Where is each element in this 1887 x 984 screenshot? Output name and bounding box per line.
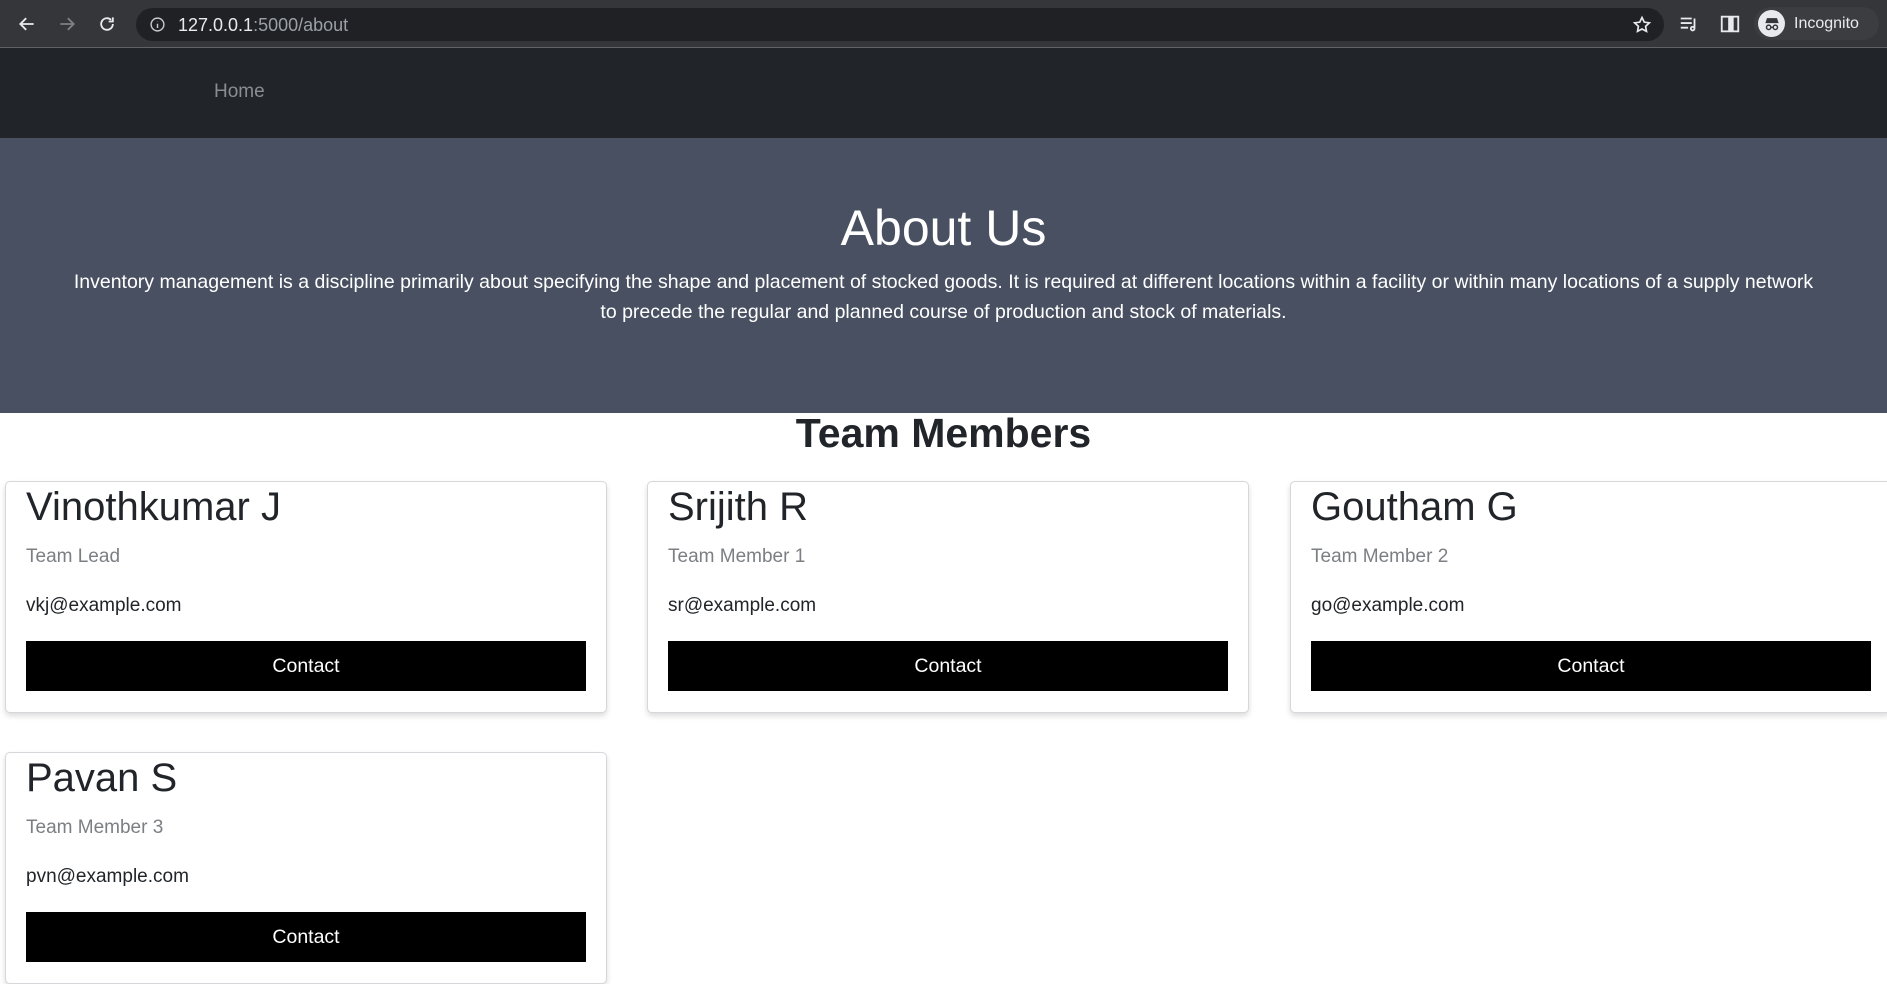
url-path: :5000/about bbox=[253, 15, 349, 35]
contact-button[interactable]: Contact bbox=[26, 641, 586, 691]
contact-button[interactable]: Contact bbox=[26, 912, 586, 962]
address-bar[interactable]: 127.0.0.1:5000/about bbox=[136, 8, 1664, 41]
team-member-card: Srijith R Team Member 1 sr@example.com C… bbox=[647, 481, 1249, 713]
member-email: pvn@example.com bbox=[26, 866, 189, 887]
member-role: Team Lead bbox=[26, 546, 121, 567]
reading-list-icon[interactable] bbox=[1678, 13, 1700, 35]
incognito-icon bbox=[1758, 10, 1785, 37]
member-name: Vinothkumar J bbox=[26, 485, 281, 529]
member-name: Pavan S bbox=[26, 756, 178, 800]
member-email: sr@example.com bbox=[668, 595, 817, 616]
member-role: Team Member 2 bbox=[1311, 546, 1449, 567]
team-heading: Team Members bbox=[795, 410, 1092, 456]
reload-icon[interactable] bbox=[92, 9, 122, 39]
contact-button[interactable]: Contact bbox=[668, 641, 1228, 691]
about-description: Inventory management is a discipline pri… bbox=[73, 271, 1814, 323]
browser-toolbar: 127.0.0.1:5000/about Incognito bbox=[0, 0, 1887, 48]
contact-button[interactable]: Contact bbox=[1311, 641, 1871, 691]
back-arrow-icon[interactable] bbox=[12, 9, 42, 39]
member-role: Team Member 1 bbox=[668, 546, 806, 567]
team-member-card: Vinothkumar J Team Lead vkj@example.com … bbox=[5, 481, 607, 713]
site-info-icon[interactable] bbox=[149, 16, 166, 33]
nav-home-link[interactable]: Home bbox=[214, 81, 265, 103]
member-role: Team Member 3 bbox=[26, 817, 164, 838]
bookmark-star-icon[interactable] bbox=[1632, 15, 1652, 35]
forward-arrow-icon[interactable] bbox=[52, 9, 82, 39]
page-title: About Us bbox=[840, 200, 1047, 256]
url-host: 127.0.0.1 bbox=[178, 15, 254, 35]
team-member-card: Pavan S Team Member 3 pvn@example.com Co… bbox=[5, 752, 607, 984]
member-email: vkj@example.com bbox=[26, 595, 182, 616]
url-text[interactable]: 127.0.0.1:5000/about bbox=[178, 15, 348, 36]
about-hero: About Us Inventory management is a disci… bbox=[0, 138, 1887, 413]
team-member-card: Goutham G Team Member 2 go@example.com C… bbox=[1290, 481, 1887, 713]
member-name: Srijith R bbox=[668, 485, 809, 529]
side-panel-icon[interactable] bbox=[1719, 13, 1741, 35]
member-name: Goutham G bbox=[1311, 485, 1518, 529]
member-email: go@example.com bbox=[1311, 595, 1465, 616]
site-navbar: Home bbox=[0, 48, 1887, 138]
incognito-profile-button[interactable]: Incognito bbox=[1754, 7, 1879, 40]
incognito-label: Incognito bbox=[1794, 14, 1859, 32]
